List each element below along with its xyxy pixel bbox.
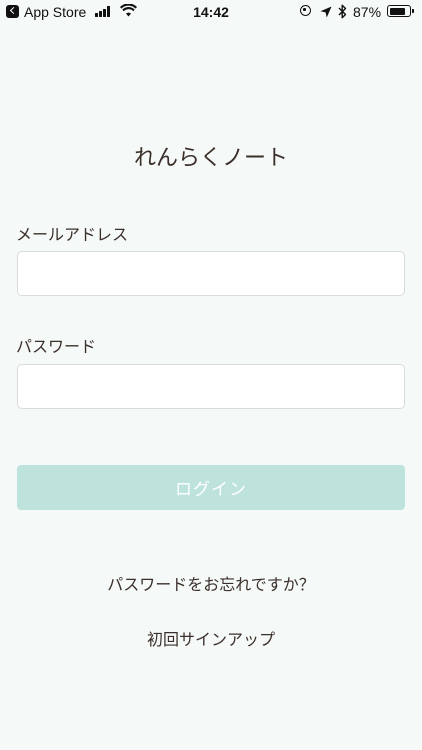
forgot-password-link[interactable]: パスワードをお忘れですか？	[0, 574, 422, 596]
battery-percentage: 87%	[353, 4, 382, 20]
status-bar: App Store 14:42 87%	[0, 0, 422, 24]
login-button[interactable]: ログイン	[17, 465, 405, 510]
rotation-lock-icon	[300, 5, 311, 16]
email-label: メールアドレス	[16, 225, 129, 244]
password-field[interactable]	[17, 364, 405, 409]
bluetooth-icon	[338, 4, 347, 22]
email-field[interactable]	[17, 251, 405, 296]
signup-link[interactable]: 初回サインアップ	[0, 629, 422, 651]
password-label: パスワード	[16, 337, 97, 356]
battery-level-fill	[389, 7, 406, 15]
app-title: れんらくノート	[133, 146, 288, 171]
location-icon	[320, 5, 332, 21]
battery-icon	[387, 5, 414, 17]
